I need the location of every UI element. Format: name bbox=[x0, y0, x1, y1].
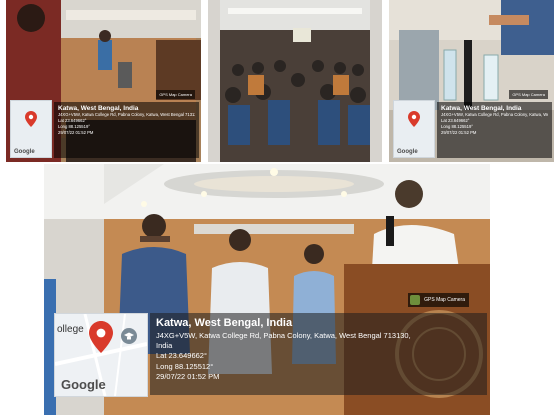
gps-camera-badge: GPS Map Camera bbox=[509, 90, 548, 99]
photo-speakers-stage: ollege Google Katwa, West Bengal, India … bbox=[44, 164, 490, 415]
camera-app-icon bbox=[410, 295, 421, 305]
gps-camera-badge: GPS Map Camera bbox=[408, 293, 469, 307]
gps-info-panel: Katwa, West Bengal, India J4XG+V5W, Katw… bbox=[437, 102, 552, 158]
google-logo: Google bbox=[14, 149, 35, 155]
photo-demonstration-room: Google Katwa, West Bengal, India J4XG+V5… bbox=[6, 0, 201, 162]
datetime-text: 29/07/22 01:52 PM bbox=[156, 372, 220, 381]
gps-overlay: Google Katwa, West Bengal, India J4XG+V5… bbox=[10, 90, 199, 160]
location-title: Katwa, West Bengal, India bbox=[156, 317, 293, 329]
location-title: Katwa, West Bengal, India bbox=[58, 105, 139, 112]
datetime-text: 29/07/22 01:52 PM bbox=[58, 130, 94, 135]
gps-info-panel: Katwa, West Bengal, India J4XG+V5W, Katw… bbox=[54, 102, 199, 158]
address-line-2: India bbox=[156, 341, 173, 350]
google-logo: Google bbox=[397, 149, 418, 155]
map-thumbnail: Google bbox=[393, 100, 435, 158]
google-logo: Google bbox=[61, 377, 106, 392]
photo-lab-experiment: Google Katwa, West Bengal, India J4XG+V5… bbox=[389, 0, 554, 162]
map-place-label: ollege bbox=[57, 324, 84, 335]
graduation-cap-icon bbox=[121, 328, 137, 344]
map-thumbnail: ollege Google bbox=[54, 313, 148, 397]
latitude-text: Lat 23.649662° bbox=[156, 351, 207, 360]
location-title: Katwa, West Bengal, India bbox=[441, 105, 522, 112]
gps-overlay: Google Katwa, West Bengal, India J4XG+V5… bbox=[393, 90, 552, 160]
gps-camera-badge: GPS Map Camera bbox=[156, 90, 195, 99]
gps-overlay: ollege Google Katwa, West Bengal, India … bbox=[54, 293, 487, 397]
longitude-text: Long 88.125512° bbox=[156, 361, 214, 371]
address-line-1: J4XG+V5W, Katwa College Rd, Pabna Colony… bbox=[156, 331, 411, 340]
photo-audience-hall bbox=[208, 0, 382, 162]
datetime-text: 29/07/22 01:52 PM bbox=[441, 130, 477, 135]
map-pin-icon bbox=[25, 111, 37, 127]
gps-info-panel: Katwa, West Bengal, India J4XG+V5W, Katw… bbox=[150, 313, 487, 395]
map-pin-icon bbox=[408, 111, 420, 127]
map-pin-icon bbox=[89, 321, 113, 353]
photo-audience-hall-scene bbox=[208, 0, 382, 162]
map-thumbnail: Google bbox=[10, 100, 52, 158]
